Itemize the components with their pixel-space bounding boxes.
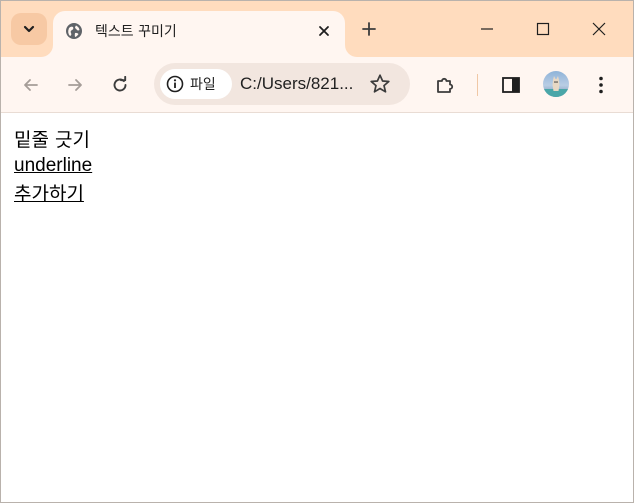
minimize-button[interactable] xyxy=(459,1,515,57)
maximize-button[interactable] xyxy=(515,1,571,57)
reload-button[interactable] xyxy=(104,69,136,101)
avatar[interactable] xyxy=(543,71,569,97)
arrow-left-icon xyxy=(24,79,38,91)
page-content: 밑줄 긋기 underline 추가하기 xyxy=(1,114,633,502)
text-line-underline-en: underline xyxy=(14,155,93,176)
minimize-icon xyxy=(481,28,493,30)
side-panel-button[interactable] xyxy=(497,71,525,99)
browser-window: 텍스트 꾸미기 파일 C:/Users/821... 밑줄 긋기 underli… xyxy=(0,0,634,503)
profile-image xyxy=(543,76,569,97)
new-tab-button[interactable] xyxy=(355,15,383,43)
window-close-button[interactable] xyxy=(571,1,627,57)
extensions-button[interactable] xyxy=(431,71,459,99)
info-icon xyxy=(166,75,184,93)
text-line-underline-ko: 추가하기 xyxy=(14,183,84,205)
reload-icon xyxy=(113,76,127,92)
globe-icon xyxy=(66,23,82,39)
kebab-icon xyxy=(599,76,603,94)
plus-icon xyxy=(362,22,376,36)
site-info-label: 파일 xyxy=(190,77,216,93)
close-icon xyxy=(319,26,329,36)
back-button[interactable] xyxy=(15,69,47,101)
tab-search-button[interactable] xyxy=(11,13,47,45)
chevron-down-icon xyxy=(23,25,35,33)
maximize-icon xyxy=(536,22,550,36)
side-panel-icon xyxy=(502,77,520,93)
tab-active[interactable]: 텍스트 꾸미기 xyxy=(53,11,345,57)
site-info-chip[interactable]: 파일 xyxy=(160,69,232,99)
toolbar-separator xyxy=(477,74,478,96)
url-text[interactable]: C:/Users/821... xyxy=(240,74,353,94)
tab-close-button[interactable] xyxy=(312,19,336,43)
forward-button[interactable] xyxy=(59,69,91,101)
menu-button[interactable] xyxy=(587,71,615,99)
arrow-right-icon xyxy=(68,79,82,91)
tab-title: 텍스트 꾸미기 xyxy=(95,24,177,40)
star-icon[interactable] xyxy=(368,72,392,96)
text-line-plain: 밑줄 긋기 xyxy=(14,129,90,151)
puzzle-icon xyxy=(437,77,454,93)
address-bar[interactable]: 파일 C:/Users/821... xyxy=(154,63,410,105)
tab-strip: 텍스트 꾸미기 xyxy=(1,1,633,57)
close-icon xyxy=(592,22,606,36)
browser-toolbar: 파일 C:/Users/821... xyxy=(1,57,633,113)
